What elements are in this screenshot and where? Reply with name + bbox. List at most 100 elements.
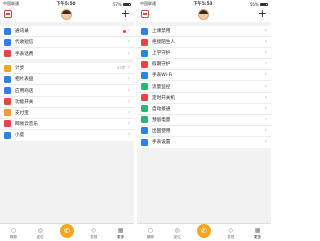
tab-more[interactable]: ▦ 更多: [110, 227, 132, 240]
battery-icon: [122, 2, 131, 7]
chevron-right-icon: ›: [264, 27, 267, 35]
menu-item[interactable]: 假期守护 ›: [137, 59, 271, 71]
carrier-label: 中国联通: [140, 1, 156, 6]
menu-group: 上课禁用 › 拒接陌生人 › 上学守护 › 假期守护 › 手表Wi-Fi › 流量监控 › 定时开关机 ›…: [137, 26, 271, 149]
tab-bar: ○ 微聊 ◎ 定位 ✆ ◇ 发现 ▦ 更多: [0, 223, 134, 241]
add-icon[interactable]: +: [121, 7, 130, 21]
app-store-icon: [4, 87, 11, 95]
battery-percent: 56%: [249, 1, 259, 7]
menu-item[interactable]: 计步 52步 ›: [0, 63, 134, 75]
menu-item-label: 网易云音乐: [15, 121, 38, 127]
avatar[interactable]: [198, 9, 209, 20]
chevron-right-icon: ›: [127, 49, 130, 57]
menu-item[interactable]: 上学守护 ›: [137, 48, 271, 60]
location-icon: ◎: [37, 227, 43, 234]
chevron-right-icon: ›: [264, 82, 267, 90]
menu-item-label: 手表Wi-Fi: [152, 73, 173, 79]
menu-item[interactable]: 手表设置 ›: [137, 136, 271, 149]
menu-group: 计步 52步 › 相片表盘 › 应用商店 › 功能开关 › 支付宝 › 网易云音乐 › 小度 ›: [0, 63, 134, 141]
menu-item[interactable]: 自动接通 ›: [137, 103, 271, 115]
more-icon: ▦: [117, 227, 124, 234]
chevron-right-icon: ›: [264, 49, 267, 57]
chevron-right-icon: ›: [264, 60, 267, 68]
chat-icon: ○: [147, 227, 154, 234]
status-time: 下午5:50: [56, 2, 76, 7]
menu-item-label: 预留电量: [152, 117, 171, 123]
battery-icon: [259, 2, 268, 7]
menu-item-label: 拒接陌生人: [152, 40, 175, 46]
menu-item-label: 上学守护: [152, 51, 171, 57]
tab-call[interactable]: ✆: [56, 224, 78, 240]
menu-item[interactable]: 出国使用 ›: [137, 125, 271, 137]
battery-percent: 57%: [112, 1, 122, 7]
tab-discover[interactable]: ◇ 发现: [220, 227, 242, 240]
tab-label: 更多: [116, 235, 125, 239]
menu-groups: 通讯录 › 代收短信 › 手表话费 › 计步 52步 › 相片表盘 › 应用商店 › 功能开关 › 支付宝 › 网…: [0, 26, 134, 141]
data-monitor-icon: [141, 83, 148, 91]
tab-chat[interactable]: ○ 微聊: [2, 227, 24, 240]
contacts-icon: [4, 27, 11, 35]
top-header: +: [137, 7, 271, 22]
menu-item-label: 自动接通: [152, 106, 171, 112]
menu-item[interactable]: 流量监控 ›: [137, 81, 271, 93]
avatar[interactable]: [61, 9, 72, 20]
menu-item[interactable]: 手表Wi-Fi ›: [137, 70, 271, 82]
chevron-right-icon: ›: [127, 38, 130, 46]
menu-item[interactable]: 网易云音乐 ›: [0, 118, 134, 130]
chevron-right-icon: ›: [127, 119, 130, 127]
feature-switch-icon: [4, 98, 11, 106]
notification-dot: [122, 29, 126, 33]
sms-icon: [4, 38, 11, 46]
menu-item[interactable]: 小度 ›: [0, 129, 134, 141]
chevron-right-icon: ›: [264, 138, 267, 146]
tab-label: 发现: [90, 235, 98, 239]
tab-call[interactable]: ✆: [193, 224, 215, 240]
tab-location[interactable]: ◎ 定位: [166, 227, 188, 240]
menu-item[interactable]: 预留电量 ›: [137, 114, 271, 126]
menu-item-label: 相片表盘: [15, 77, 34, 83]
status-bar: 中国联通 下午5:53 56%: [137, 0, 271, 8]
menu-item[interactable]: 相片表盘 ›: [0, 74, 134, 86]
menu-item-label: 应用商店: [15, 88, 34, 94]
carrier-label: 中国联通: [3, 1, 19, 6]
menu-item[interactable]: 通讯录 ›: [0, 26, 134, 38]
tab-label: 微聊: [146, 235, 154, 239]
add-icon[interactable]: +: [258, 7, 267, 21]
menu-item-label: 支付宝: [15, 110, 29, 116]
chevron-right-icon: ›: [264, 93, 267, 101]
holiday-guard-icon: [141, 60, 148, 68]
discover-icon: ◇: [228, 227, 234, 234]
alipay-icon: [4, 109, 11, 117]
top-header: +: [0, 7, 134, 22]
tab-location[interactable]: ◎ 定位: [29, 227, 51, 240]
chevron-right-icon: ›: [127, 86, 130, 94]
abroad-icon: [141, 127, 148, 135]
menu-item-label: 流量监控: [152, 84, 171, 90]
menu-item[interactable]: 定时开关机 ›: [137, 92, 271, 104]
chevron-right-icon: ›: [264, 71, 267, 79]
chevron-right-icon: ›: [127, 108, 130, 116]
menu-item[interactable]: 上课禁用 ›: [137, 26, 271, 38]
watch-icon[interactable]: [141, 10, 149, 18]
chevron-right-icon: ›: [264, 38, 267, 46]
auto-answer-icon: [141, 105, 148, 113]
right-screen: 中国联通 下午5:53 56% + 上课禁用 › 拒接陌生人 › 上学守护 › 假期守护 › 手…: [137, 0, 271, 241]
music-icon: [4, 120, 11, 128]
watch-icon[interactable]: [4, 10, 12, 18]
class-mode-icon: [141, 27, 148, 35]
chevron-right-icon: ›: [127, 131, 130, 139]
menu-item[interactable]: 代收短信 ›: [0, 37, 134, 49]
tab-discover[interactable]: ◇ 发现: [83, 227, 105, 240]
menu-item[interactable]: 手表话费 ›: [0, 48, 134, 60]
status-bar: 中国联通 下午5:50 57%: [0, 0, 134, 8]
menu-item[interactable]: 应用商店 ›: [0, 85, 134, 97]
chevron-right-icon: ›: [264, 126, 267, 134]
chevron-right-icon: ›: [127, 27, 130, 35]
tab-more[interactable]: ▦ 更多: [247, 227, 269, 240]
menu-item[interactable]: 功能开关 ›: [0, 96, 134, 108]
status-time: 下午5:53: [193, 2, 213, 7]
menu-item[interactable]: 支付宝 ›: [0, 107, 134, 119]
tab-chat[interactable]: ○ 微聊: [139, 227, 161, 240]
menu-item[interactable]: 拒接陌生人 ›: [137, 37, 271, 49]
tab-bar: ○ 微聊 ◎ 定位 ✆ ◇ 发现 ▦ 更多: [137, 223, 271, 241]
